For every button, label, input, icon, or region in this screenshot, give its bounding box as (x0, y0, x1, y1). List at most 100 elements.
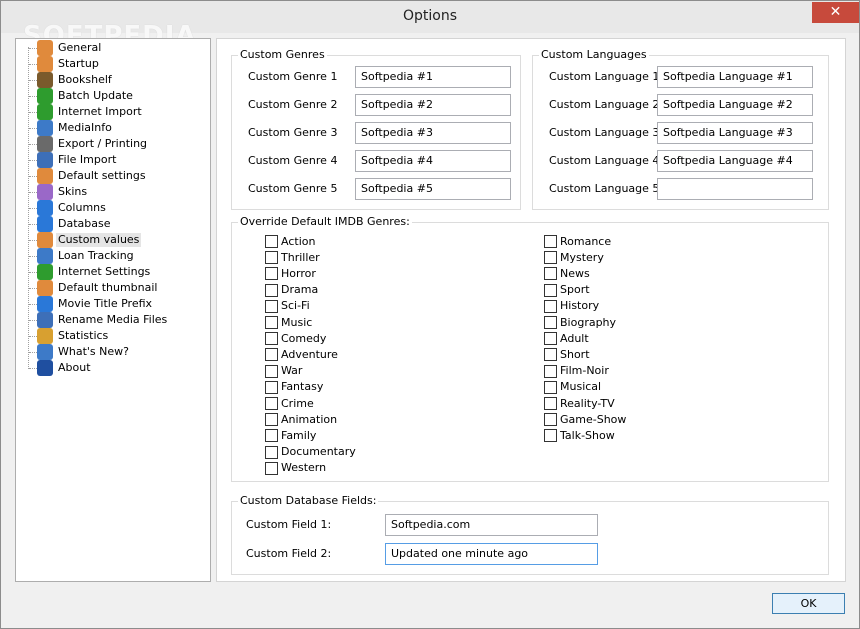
genre-checkbox[interactable]: Game-Show (544, 412, 626, 427)
checkbox-box[interactable] (544, 316, 557, 329)
custom-language-field[interactable]: Softpedia Language #1 (657, 66, 813, 88)
sidebar-item[interactable]: Bookshelf (29, 72, 114, 88)
checkbox-box[interactable] (265, 445, 278, 459)
sidebar-item[interactable]: Movie Title Prefix (29, 296, 154, 312)
genre-label: Western (281, 461, 327, 475)
custom-language-field[interactable] (657, 178, 813, 200)
user-icon (37, 232, 53, 248)
genre-checkbox[interactable]: Animation (265, 412, 337, 427)
checkbox-box[interactable] (544, 267, 557, 281)
checkbox-box[interactable] (265, 267, 278, 281)
checkbox-box[interactable] (265, 332, 278, 346)
genre-checkbox[interactable]: Adult (544, 331, 589, 346)
genre-checkbox[interactable]: Short (544, 347, 590, 362)
checkbox-box[interactable] (265, 429, 278, 443)
genre-checkbox[interactable]: Sport (544, 283, 590, 298)
sidebar-item[interactable]: Statistics (29, 328, 110, 344)
genre-checkbox[interactable]: Drama (265, 283, 318, 298)
genre-checkbox[interactable]: History (544, 299, 599, 314)
genre-checkbox[interactable]: Action (265, 234, 315, 249)
options-tree[interactable]: General Startup Bookshelf Batch Update Inter… (15, 38, 211, 582)
checkbox-box[interactable] (544, 364, 557, 378)
sidebar-item[interactable]: MediaInfo (29, 120, 114, 136)
custom-db-field[interactable]: Softpedia.com (385, 514, 598, 536)
genre-checkbox[interactable]: Sci-Fi (265, 299, 310, 314)
title-bar[interactable]: SOFTPEDIA Options ✕ (1, 1, 859, 51)
sidebar-item[interactable]: Database (29, 216, 113, 232)
custom-language-field[interactable]: Softpedia Language #2 (657, 94, 813, 116)
genre-checkbox[interactable]: Horror (265, 266, 316, 281)
genre-checkbox[interactable]: Music (265, 315, 312, 330)
checkbox-box[interactable] (265, 283, 278, 297)
sidebar-item[interactable]: Default settings (29, 168, 148, 184)
checkbox-box[interactable] (544, 348, 557, 362)
custom-genre-field[interactable]: Softpedia #2 (355, 94, 511, 116)
sidebar-item-label: File Import (58, 153, 117, 166)
checkbox-box[interactable] (544, 332, 557, 346)
genre-checkbox[interactable]: Crime (265, 396, 314, 411)
sidebar-item[interactable]: Batch Update (29, 88, 135, 104)
genre-checkbox[interactable]: Adventure (265, 347, 338, 362)
genre-checkbox[interactable]: Western (265, 461, 326, 476)
genre-checkbox[interactable]: Reality-TV (544, 396, 615, 411)
genre-checkbox[interactable]: Fantasy (265, 380, 323, 395)
sidebar-item[interactable]: Columns (29, 200, 108, 216)
sidebar-item[interactable]: Internet Settings (29, 264, 152, 280)
sidebar-item[interactable]: Internet Import (29, 104, 144, 120)
genre-checkbox[interactable]: Comedy (265, 331, 326, 346)
genre-checkbox[interactable]: Film-Noir (544, 364, 609, 379)
custom-language-field[interactable]: Softpedia Language #3 (657, 122, 813, 144)
genre-checkbox[interactable]: Musical (544, 380, 601, 395)
custom-db-field[interactable]: Updated one minute ago (385, 543, 598, 565)
checkbox-box[interactable] (265, 364, 278, 378)
genre-checkbox[interactable]: War (265, 364, 302, 379)
genre-label: Animation (281, 412, 338, 426)
checkbox-box[interactable] (544, 429, 557, 443)
checkbox-box[interactable] (544, 283, 557, 297)
checkbox-box[interactable] (544, 397, 557, 410)
custom-genre-field[interactable]: Softpedia #1 (355, 66, 511, 88)
tree-connector (29, 96, 37, 97)
sidebar-item[interactable]: Custom values (29, 232, 142, 248)
sidebar-item[interactable]: Skins (29, 184, 89, 200)
checkbox-box[interactable] (265, 413, 278, 427)
checkbox-box[interactable] (544, 251, 557, 265)
genre-checkbox[interactable]: Talk-Show (544, 428, 615, 443)
checkbox-box[interactable] (544, 413, 557, 427)
genre-checkbox[interactable]: News (544, 266, 590, 281)
checkbox-box[interactable] (265, 397, 278, 410)
close-button[interactable]: ✕ (812, 2, 859, 23)
checkbox-box[interactable] (265, 380, 278, 394)
checkbox-box[interactable] (265, 251, 278, 265)
custom-genre-field[interactable]: Softpedia #3 (355, 122, 511, 144)
sidebar-item[interactable]: Default thumbnail (29, 280, 159, 296)
sidebar-item[interactable]: Startup (29, 56, 101, 72)
genre-label: Thriller (281, 250, 320, 264)
genre-checkbox[interactable]: Thriller (265, 250, 320, 265)
sidebar-item[interactable]: Export / Printing (29, 136, 149, 152)
checkbox-box[interactable] (265, 348, 278, 362)
checkbox-box[interactable] (265, 235, 278, 248)
checkbox-box[interactable] (544, 380, 557, 394)
checkbox-box[interactable] (265, 461, 278, 475)
sidebar-item[interactable]: About (29, 360, 93, 376)
checkbox-box[interactable] (544, 299, 557, 313)
sidebar-item[interactable]: Loan Tracking (29, 248, 136, 264)
genre-checkbox[interactable]: Biography (544, 315, 616, 330)
custom-genre-field[interactable]: Softpedia #5 (355, 178, 511, 200)
ok-button[interactable]: OK (772, 593, 845, 614)
tree-connector (29, 304, 37, 305)
checkbox-box[interactable] (265, 299, 278, 313)
sidebar-item[interactable]: General (29, 40, 103, 56)
custom-language-field[interactable]: Softpedia Language #4 (657, 150, 813, 172)
custom-genre-field[interactable]: Softpedia #4 (355, 150, 511, 172)
genre-checkbox[interactable]: Documentary (265, 445, 356, 460)
checkbox-box[interactable] (265, 316, 278, 329)
sidebar-item[interactable]: Rename Media Files (29, 312, 169, 328)
genre-checkbox[interactable]: Romance (544, 234, 611, 249)
genre-checkbox[interactable]: Mystery (544, 250, 604, 265)
genre-checkbox[interactable]: Family (265, 428, 316, 443)
checkbox-box[interactable] (544, 235, 557, 248)
sidebar-item[interactable]: File Import (29, 152, 118, 168)
sidebar-item[interactable]: What's New? (29, 344, 131, 360)
